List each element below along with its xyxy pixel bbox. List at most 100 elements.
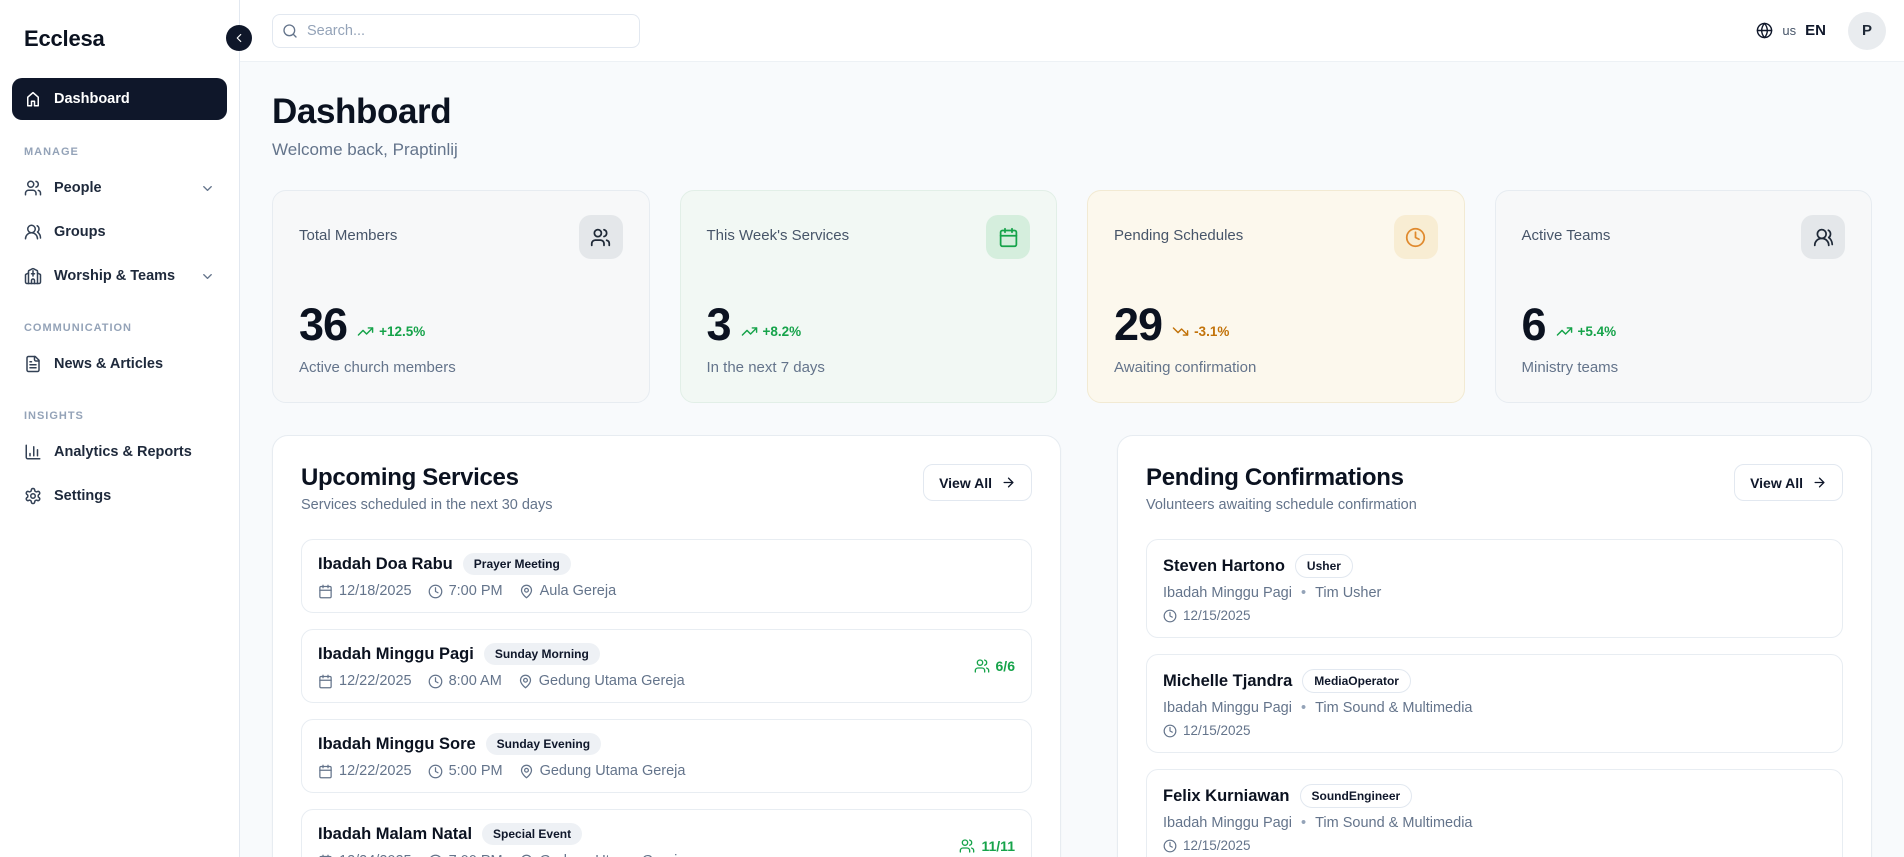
confirmation-date: 12/15/2025 bbox=[1182, 723, 1251, 738]
service-item[interactable]: Ibadah Minggu Sore Sunday Evening 12/22/… bbox=[301, 719, 1032, 793]
stat-label: Pending Schedules bbox=[1114, 227, 1244, 244]
panel-subtitle: Volunteers awaiting schedule confirmatio… bbox=[1145, 497, 1417, 513]
users-icon bbox=[24, 179, 42, 197]
app-logo: Ecclesa bbox=[24, 26, 105, 51]
service-date: 12/22/2025 bbox=[339, 763, 412, 779]
sidebar-item-label: People bbox=[54, 180, 102, 196]
map-pin-icon bbox=[519, 854, 534, 857]
confirmation-date: 12/15/2025 bbox=[1182, 608, 1251, 623]
stat-value: 3 bbox=[706, 299, 732, 350]
volunteer-name: Michelle Tjandra bbox=[1162, 671, 1293, 690]
calendar-icon bbox=[318, 584, 333, 599]
service-item[interactable]: Ibadah Doa Rabu Prayer Meeting 12/18/202… bbox=[301, 539, 1032, 613]
file-text-icon bbox=[24, 355, 42, 373]
stat-iconbox bbox=[986, 215, 1030, 259]
language-label: EN bbox=[1805, 22, 1826, 39]
users-icon bbox=[959, 838, 975, 854]
welcome-message: Welcome back, Praptinlij bbox=[272, 140, 458, 159]
sidebar-item-worship-teams[interactable]: Worship & Teams bbox=[12, 256, 227, 296]
stat-value: 29 bbox=[1114, 299, 1163, 350]
chevron-down-icon bbox=[200, 269, 215, 284]
sidebar-item-label: Worship & Teams bbox=[54, 268, 176, 284]
stat-label: This Week's Services bbox=[706, 227, 850, 244]
service-name: Ibadah Minggu Sore bbox=[318, 734, 476, 753]
role-badge: SoundEngineer bbox=[1299, 784, 1413, 808]
clock-icon bbox=[1405, 227, 1426, 248]
globe-icon bbox=[1756, 22, 1773, 39]
stat-iconbox bbox=[1801, 215, 1845, 259]
confirmation-item[interactable]: Steven Hartono Usher Ibadah Minggu Pagi … bbox=[1145, 539, 1843, 638]
role-badge: Usher bbox=[1294, 554, 1353, 578]
service-location: Gedung Utama Gereja bbox=[540, 853, 686, 857]
topbar: us EN P bbox=[240, 0, 1904, 62]
arrow-right-icon bbox=[1001, 475, 1016, 490]
dot-separator: • bbox=[1300, 815, 1307, 831]
trending-down-icon bbox=[1172, 323, 1189, 340]
bar-chart-icon bbox=[24, 443, 42, 461]
confirmation-service: Ibadah Minggu Pagi bbox=[1162, 700, 1292, 716]
service-name: Ibadah Malam Natal bbox=[318, 824, 473, 843]
clock-icon bbox=[428, 584, 443, 599]
sidebar-item-label: Dashboard bbox=[54, 91, 130, 107]
page-title: Dashboard bbox=[272, 92, 452, 131]
stat-cards: Total Members 36 +12.5% Active church me… bbox=[272, 190, 1872, 403]
volunteer-count: 11/11 bbox=[945, 838, 1015, 854]
service-item[interactable]: Ibadah Malam Natal Special Event 12/24/2… bbox=[301, 809, 1032, 857]
dot-separator: • bbox=[1300, 700, 1307, 716]
service-type-badge: Prayer Meeting bbox=[462, 553, 571, 575]
service-type-badge: Special Event bbox=[482, 823, 583, 845]
clock-icon bbox=[428, 854, 443, 857]
search-box bbox=[272, 13, 640, 48]
sidebar-item-dashboard[interactable]: Dashboard bbox=[12, 78, 227, 120]
volunteer-count: 6/6 bbox=[960, 658, 1015, 674]
search-input[interactable] bbox=[272, 13, 640, 48]
sidebar-item-news-articles[interactable]: News & Articles bbox=[12, 344, 227, 384]
map-pin-icon bbox=[519, 584, 534, 599]
locale-code: us bbox=[1782, 23, 1797, 38]
panel-title: Upcoming Services bbox=[301, 464, 519, 491]
sidebar-item-label: News & Articles bbox=[54, 356, 164, 372]
confirmation-service: Ibadah Minggu Pagi bbox=[1162, 585, 1292, 601]
sidebar-collapse-button[interactable] bbox=[226, 25, 252, 51]
calendar-icon bbox=[318, 854, 333, 857]
service-date: 12/24/2025 bbox=[339, 853, 412, 857]
confirmation-team: Tim Usher bbox=[1315, 585, 1382, 601]
stat-card-pending-schedules: Pending Schedules 29 -3.1% Awaiting conf… bbox=[1087, 190, 1465, 403]
service-time: 7:00 PM bbox=[448, 583, 503, 599]
sidebar-item-groups[interactable]: Groups bbox=[12, 212, 227, 252]
panel-title: Pending Confirmations bbox=[1145, 464, 1404, 491]
role-badge: MediaOperator bbox=[1302, 669, 1411, 693]
pending-view-all-button[interactable]: View All bbox=[1734, 464, 1843, 501]
sidebar-item-people[interactable]: People bbox=[12, 168, 227, 208]
sidebar-section-insights: INSIGHTS bbox=[24, 410, 84, 422]
calendar-icon bbox=[318, 764, 333, 779]
sidebar-item-settings[interactable]: Settings bbox=[12, 476, 227, 516]
service-date: 12/18/2025 bbox=[339, 583, 412, 599]
service-location: Aula Gereja bbox=[539, 583, 617, 599]
stat-card-total-members: Total Members 36 +12.5% Active church me… bbox=[272, 190, 650, 403]
chevron-down-icon bbox=[200, 181, 215, 196]
stat-trend: -3.1% bbox=[1172, 323, 1229, 340]
map-pin-icon bbox=[519, 764, 534, 779]
service-time: 5:00 PM bbox=[448, 763, 503, 779]
confirmation-item[interactable]: Michelle Tjandra MediaOperator Ibadah Mi… bbox=[1145, 654, 1843, 753]
stat-iconbox bbox=[1393, 215, 1438, 259]
stat-card-active-teams: Active Teams 6 +5.4% Ministry teams bbox=[1494, 190, 1872, 403]
service-item[interactable]: Ibadah Minggu Pagi Sunday Morning 12/22/… bbox=[301, 629, 1032, 703]
upcoming-services-panel: Upcoming Services Services scheduled in … bbox=[272, 435, 1061, 857]
trending-up-icon bbox=[357, 323, 374, 340]
sidebar-section-communication: COMMUNICATION bbox=[24, 322, 132, 334]
stat-subtext: In the next 7 days bbox=[706, 359, 825, 376]
map-pin-icon bbox=[518, 674, 533, 689]
users-round-icon bbox=[1813, 227, 1834, 248]
sidebar-item-analytics-reports[interactable]: Analytics & Reports bbox=[12, 432, 227, 472]
home-icon bbox=[24, 90, 42, 108]
language-switcher[interactable]: us EN bbox=[1756, 22, 1826, 39]
stat-trend: +12.5% bbox=[357, 323, 425, 340]
stat-value: 6 bbox=[1521, 299, 1547, 350]
avatar[interactable]: P bbox=[1848, 11, 1886, 50]
confirmation-date: 12/15/2025 bbox=[1182, 838, 1251, 853]
users-icon bbox=[590, 227, 611, 248]
upcoming-view-all-button[interactable]: View All bbox=[923, 464, 1032, 501]
confirmation-item[interactable]: Felix Kurniawan SoundEngineer Ibadah Min… bbox=[1145, 769, 1843, 857]
